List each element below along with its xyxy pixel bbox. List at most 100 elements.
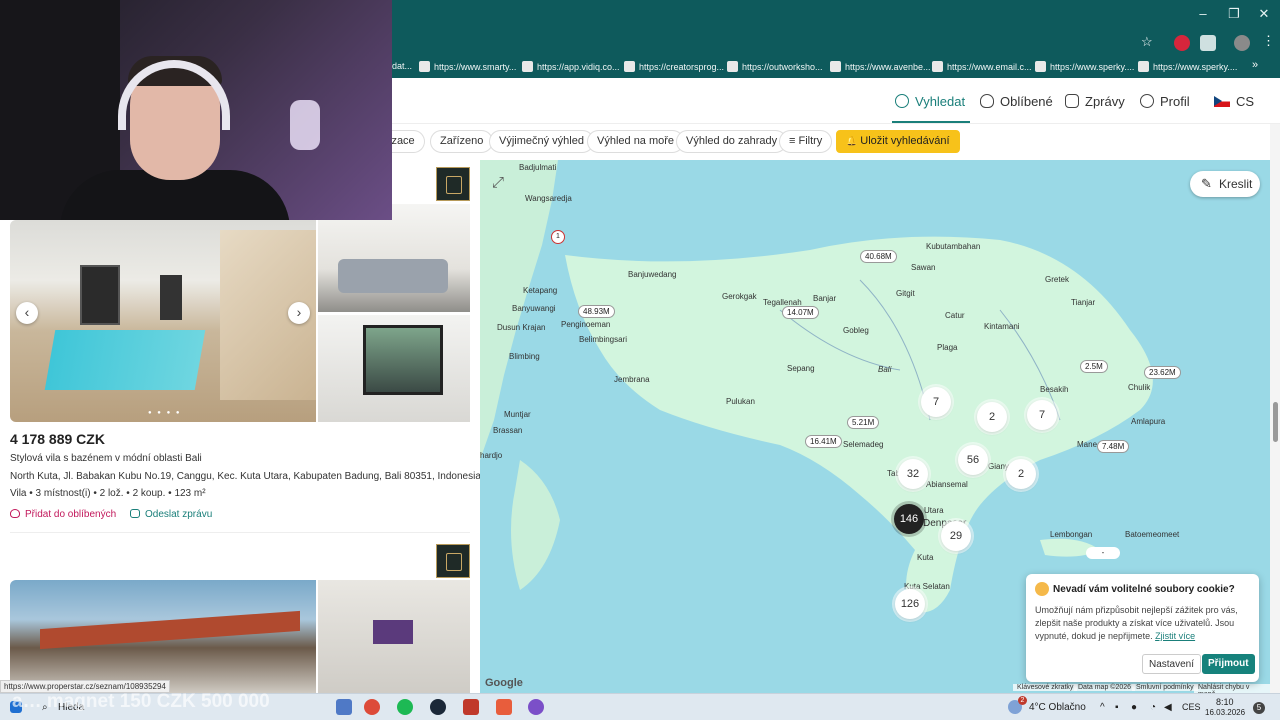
listing-price[interactable]: 4 178 889 CZK: [10, 431, 105, 447]
extension-red-icon[interactable]: [1174, 35, 1190, 51]
steam-icon[interactable]: [430, 699, 446, 715]
nav-favorites[interactable]: Oblíbené: [980, 94, 1053, 109]
learn-more-link[interactable]: Zjistit více: [1155, 631, 1195, 641]
map-cluster-marker[interactable]: 126: [895, 589, 925, 619]
map-place-label: Utara: [924, 506, 944, 515]
listing-main-photo[interactable]: [10, 220, 316, 422]
bookmark-item[interactable]: https://www.avenbe...: [830, 61, 931, 72]
app-icon[interactable]: [463, 699, 479, 715]
tray-app-icon[interactable]: ▪: [1115, 702, 1119, 713]
map-price-label[interactable]: 14.07M: [782, 306, 819, 319]
fullscreen-icon[interactable]: ⤢: [492, 174, 504, 191]
browser-menu-icon[interactable]: ⋮: [1262, 33, 1275, 49]
listing-photo-3[interactable]: [318, 315, 470, 422]
bookmark-item[interactable]: dat...: [392, 61, 412, 71]
draw-button[interactable]: Kreslit: [1190, 171, 1260, 197]
filter-chip-garden-view[interactable]: Výhled do zahrady: [676, 130, 788, 153]
zoom-out-button[interactable]: -: [1086, 547, 1120, 559]
map-cluster-marker[interactable]: 7: [1027, 400, 1057, 430]
map-price-label[interactable]: 48.93M: [578, 305, 615, 318]
bookmarks-overflow[interactable]: »: [1252, 59, 1258, 71]
extensions-puzzle-icon[interactable]: [1200, 35, 1216, 51]
map-cluster-marker[interactable]: 146: [894, 504, 924, 534]
google-logo: Google: [485, 677, 523, 689]
map-place-label: Sepang: [787, 364, 815, 373]
bookmark-item[interactable]: https://www.smarty...: [419, 61, 516, 72]
language-indicator[interactable]: CES: [1182, 702, 1201, 712]
map-cluster-marker[interactable]: 32: [898, 459, 928, 489]
listing-address: North Kuta, Jl. Babakan Kubu No.19, Cang…: [10, 471, 480, 482]
language-switcher[interactable]: CS: [1214, 94, 1254, 109]
agency-logo[interactable]: [436, 167, 470, 201]
map-report-error-link[interactable]: Nahlásit chybu v mapě: [1194, 684, 1270, 693]
cookie-accept-button[interactable]: Přijmout: [1202, 654, 1255, 674]
listing-photo-2[interactable]: [318, 580, 470, 693]
agency-logo[interactable]: [436, 544, 470, 578]
nav-profile[interactable]: Profil: [1140, 94, 1190, 109]
tray-overflow-icon[interactable]: ^: [1100, 702, 1105, 713]
notification-badge[interactable]: 5: [1253, 702, 1265, 714]
bookmark-star-icon[interactable]: ☆: [1141, 34, 1153, 50]
chrome-icon[interactable]: [364, 699, 380, 715]
listing-title[interactable]: Stylová vila s bazénem v módní oblasti B…: [10, 453, 202, 464]
heart-icon: [10, 509, 20, 518]
clock-time[interactable]: 8:10: [1216, 697, 1234, 707]
minimize-button[interactable]: –: [1189, 6, 1217, 21]
scrollbar-thumb[interactable]: [1273, 402, 1278, 442]
messenger-icon[interactable]: [528, 699, 544, 715]
add-favorite-button[interactable]: Přidat do oblíbených: [10, 509, 116, 520]
bookmark-item[interactable]: https://www.email.c...: [932, 61, 1032, 72]
filter-chip-furnished[interactable]: Zařízeno: [430, 130, 494, 153]
map-price-label[interactable]: 7.48M: [1097, 440, 1130, 453]
close-window-button[interactable]: ✕: [1250, 6, 1278, 22]
java-peninsula: [511, 460, 560, 590]
filters-button[interactable]: ≡ Filtry: [779, 130, 833, 153]
map-cluster-marker[interactable]: 7: [921, 387, 951, 417]
map-place-label: Tianjar: [1071, 298, 1096, 307]
map-cluster-marker[interactable]: 29: [941, 521, 971, 551]
bookmark-item[interactable]: https://creatorsprog...: [624, 61, 724, 72]
map-price-label[interactable]: 40.68M: [860, 250, 897, 263]
map-place-label: Lembongan: [1050, 530, 1093, 539]
map-cluster-marker[interactable]: 56: [958, 445, 988, 475]
send-message-button[interactable]: Odeslat zprávu: [130, 509, 212, 520]
listing-photo-2[interactable]: [318, 204, 470, 312]
wifi-icon[interactable]: ◔: [1150, 702, 1156, 713]
spotify-icon[interactable]: [397, 699, 413, 715]
map-price-label[interactable]: 23.62M: [1144, 366, 1181, 379]
map-price-label[interactable]: 16.41M: [805, 435, 842, 448]
brave-icon[interactable]: [496, 699, 512, 715]
clock-date[interactable]: 16.03.2026: [1205, 708, 1245, 717]
map-terms-link[interactable]: Smluvní podmínky: [1132, 684, 1198, 691]
chat-icon: [1065, 94, 1079, 108]
map-place-label: Catur: [945, 311, 965, 320]
map-keyboard-shortcuts-link[interactable]: Klávesové zkratky: [1013, 684, 1078, 691]
save-search-button[interactable]: 🔔 Uložit vyhledávání: [836, 130, 960, 153]
nav-search[interactable]: Vyhledat: [895, 94, 965, 109]
map-cluster-marker[interactable]: 2: [1006, 459, 1036, 489]
filter-chip-sea-view[interactable]: Výhled na moře: [587, 130, 685, 153]
pool-image: [44, 330, 206, 390]
restore-button[interactable]: ❐: [1220, 6, 1248, 22]
page-scrollbar[interactable]: [1270, 124, 1280, 693]
profile-avatar-icon[interactable]: [1234, 35, 1250, 51]
bookmark-item[interactable]: https://outworksho...: [727, 61, 823, 72]
bookmark-item[interactable]: https://www.sperky....: [1035, 61, 1134, 72]
nav-messages[interactable]: Zprávy: [1065, 94, 1125, 109]
map-price-label[interactable]: 2.5M: [1080, 360, 1108, 373]
photo-prev-button[interactable]: ‹: [16, 302, 38, 324]
volume-icon[interactable]: ◀: [1164, 702, 1172, 713]
filter-chip-exceptional-view[interactable]: Výjimečný výhled: [489, 130, 594, 153]
map-cluster-marker[interactable]: 2: [977, 402, 1007, 432]
map-price-label[interactable]: 5.21M: [847, 416, 880, 429]
map-place-label: Chulik: [1128, 383, 1151, 392]
cookie-settings-button[interactable]: Nastavení: [1142, 654, 1202, 674]
weather-text[interactable]: 4°C Oblačno: [1029, 702, 1086, 713]
microphone-icon[interactable]: ●: [1131, 702, 1137, 713]
bookmark-item[interactable]: https://app.vidiq.co...: [522, 61, 620, 72]
bookmark-item[interactable]: https://www.sperky....: [1138, 61, 1237, 72]
window-image: [80, 265, 120, 325]
listing-main-photo[interactable]: [10, 580, 316, 693]
photo-next-button[interactable]: ›: [288, 302, 310, 324]
widgets-icon[interactable]: [336, 699, 352, 715]
